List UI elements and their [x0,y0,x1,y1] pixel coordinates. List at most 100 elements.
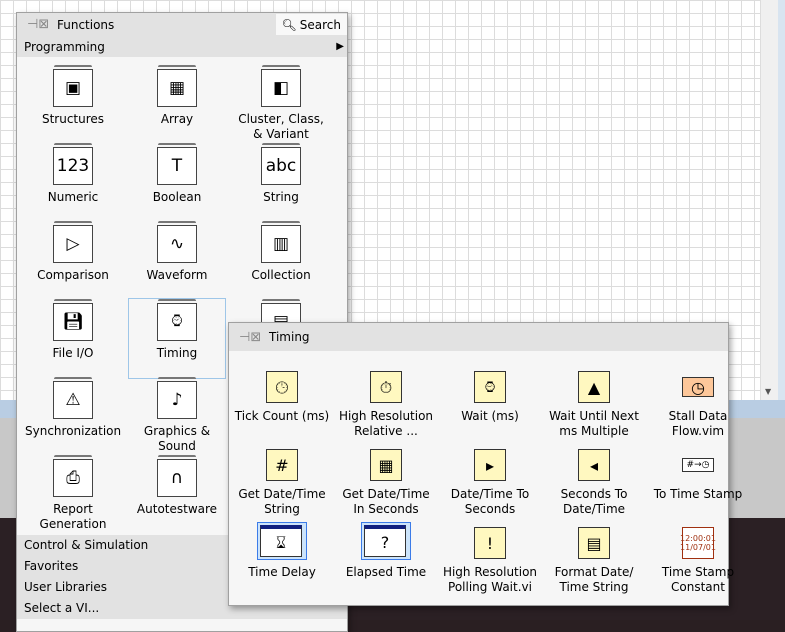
autotestware-icon: ∩ [157,455,197,497]
item-label: Synchronization [25,424,122,438]
search-button[interactable]: 🔍︎ Search [275,14,347,35]
pin-icon[interactable]: ⊣⊠ [27,17,49,32]
timing-item-elapsed-time[interactable]: ? Elapsed Time [338,522,434,580]
graphics-sound-icon: ♪ [157,377,197,419]
palette-item-collection[interactable]: ▥ Collection [233,221,329,283]
metronome-icon: ▲ [578,371,610,403]
waveform-icon: ∿ [157,221,197,263]
structures-icon: ▣ [53,65,93,107]
timing-item-tick-count-ms-[interactable]: 🕒︎ Tick Count (ms) [234,371,330,424]
to-timestamp-icon: #→◷ [682,458,714,472]
timing-palette-header: ⊣⊠ Timing [229,323,728,351]
timing-item-date-time-to-seconds[interactable]: ▸ Date/Time To Seconds [442,449,538,517]
palette-item-timing[interactable]: ⌚︎ Timing [128,298,226,379]
palette-item-comparison[interactable]: ▷ Comparison [25,221,121,283]
timing-item-high-resolution-relative-[interactable]: ⏱︎ High Resolution Relative ... [338,371,434,439]
file-io-icon: 💾︎ [53,299,93,341]
numeric-icon: 123 [53,143,93,185]
item-label: Array [160,112,194,126]
window-edge [778,0,785,400]
item-label: Elapsed Time [345,565,427,579]
palette-item-report-generation[interactable]: ⎙ Report Generation [25,455,121,532]
item-label: Get Date/Time String [238,487,326,516]
expand-arrow-icon: ▶ [336,41,344,52]
item-label: Format Date/ Time String [554,565,634,594]
pin-icon[interactable]: ⊣⊠ [239,330,261,345]
timing-item-format-date-time-string[interactable]: ▤ Format Date/ Time String [546,527,642,595]
palette-item-string[interactable]: abc String [233,143,329,205]
item-label: Timing [156,346,198,360]
timestamp-constant-icon: 12:00:01 11/07/01 [680,527,716,559]
collection-icon: ▥ [261,221,301,263]
item-label: High Resolution Relative ... [338,409,434,438]
item-label: Collection [251,268,311,282]
scroll-down-arrow-icon[interactable]: ▼ [765,387,771,396]
palette-item-boolean[interactable]: T Boolean [129,143,225,205]
watch-icon: ⌚︎ [157,299,197,341]
timing-palette: ⊣⊠ Timing 🕒︎ Tick Count (ms) ⏱︎ High Resolu… [228,322,742,606]
item-label: Comparison [37,268,109,282]
timing-item-to-time-stamp[interactable]: #→◷ To Time Stamp [650,449,746,502]
item-label: File I/O [52,346,94,360]
date-to-seconds-icon: ▸ [474,449,506,481]
seconds-to-date-icon: ◂ [578,449,610,481]
item-label: Tick Count (ms) [234,409,330,423]
timing-item-stall-data-flow-vim[interactable]: ◷ Stall Data Flow.vim [650,371,746,439]
timing-item-get-date-time-string[interactable]: # Get Date/Time String [234,449,330,517]
item-label: Time Delay [248,565,316,579]
cluster-icon: ◧ [261,65,301,107]
palette-item-cluster-class-variant[interactable]: ◧ Cluster, Class, & Variant [233,65,329,142]
item-label: Wait (ms) [461,409,519,423]
item-label: Stall Data Flow.vim [668,409,728,438]
item-label: Structures [41,112,105,126]
timing-item-seconds-to-date-time[interactable]: ◂ Seconds To Date/Time [546,449,642,517]
palette-item-synchronization[interactable]: ⚠︎ Synchronization [25,377,122,439]
timing-item-time-delay[interactable]: ⌛︎ Time Delay [234,522,330,580]
palette-item-structures[interactable]: ▣ Structures [25,65,121,127]
string-icon: abc [261,143,301,185]
timing-item-wait-until-next-ms-multiple[interactable]: ▲ Wait Until Next ms Multiple [546,371,642,439]
array-icon: ▦ [157,65,197,107]
vertical-scrollbar[interactable]: ▼ [760,0,778,400]
palette-item-array[interactable]: ▦ Array [129,65,225,127]
item-label: Wait Until Next ms Multiple [549,409,639,438]
item-label: Get Date/Time In Seconds [342,487,430,516]
stopwatch-icon: ⏱︎ [370,371,402,403]
item-label: Report Generation [39,502,107,531]
comparison-icon: ▷ [53,221,93,263]
report-printer-icon: ⎙ [53,455,93,497]
palette-title: Timing [269,330,310,344]
elapsed-stopwatch-icon: ? [364,525,406,557]
palette-item-autotestware[interactable]: ∩ Autotestware [129,455,225,517]
item-label: Cluster, Class, & Variant [238,112,324,141]
item-label: Date/Time To Seconds [450,487,530,516]
item-label: High Resolution Polling Wait.vi [442,565,538,594]
item-label: String [263,190,299,204]
stall-icon: ◷ [682,377,714,397]
timing-item-time-stamp-constant[interactable]: 12:00:01 11/07/01 Time Stamp Constant [650,527,746,595]
item-label: Boolean [152,190,202,204]
hourglass-icon: ⌛︎ [260,525,302,557]
palette-item-waveform[interactable]: ∿ Waveform [129,221,225,283]
timing-item-get-date-time-in-seconds[interactable]: ▦ Get Date/Time In Seconds [338,449,434,517]
search-icon: 🔍︎ [281,17,297,32]
palette-title: Functions [57,17,115,32]
item-label: Waveform [146,268,208,282]
item-label: Seconds To Date/Time [560,487,628,516]
item-label: Graphics & Sound [143,424,211,453]
clock-icon: 🕒︎ [266,371,298,403]
item-label: Numeric [47,190,99,204]
palette-item-numeric[interactable]: 123 Numeric [25,143,121,205]
date-string-icon: # [266,449,298,481]
format-date-icon: ▤ [578,527,610,559]
item-label: Autotestware [136,502,218,516]
palette-item-file-i-o[interactable]: 💾︎ File I/O [25,299,121,361]
polling-wait-icon: ! [474,527,506,559]
palette-item-graphics-sound[interactable]: ♪ Graphics & Sound [129,377,225,454]
timing-item-wait-ms-[interactable]: ⌚︎ Wait (ms) [442,371,538,424]
timing-item-high-resolution-polling-wait-vi[interactable]: ! High Resolution Polling Wait.vi [442,527,538,595]
boolean-icon: T [157,143,197,185]
category-programming[interactable]: Programming ▶ [17,36,347,57]
calendar-clock-icon: ▦ [370,449,402,481]
traffic-light-icon: ⚠︎ [53,377,93,419]
